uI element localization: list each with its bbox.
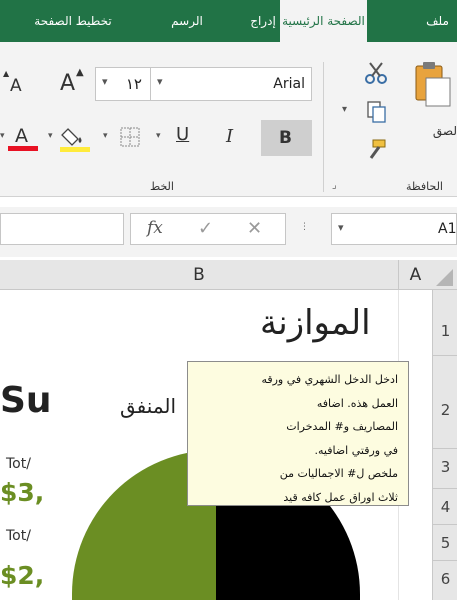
row-header-1[interactable]: 1 xyxy=(433,322,457,340)
borders-dropdown-icon[interactable]: ▾ xyxy=(103,132,108,141)
row-divider xyxy=(433,448,457,449)
formula-input[interactable] xyxy=(0,213,124,245)
copy-icon[interactable] xyxy=(365,100,389,124)
row-divider xyxy=(433,560,457,561)
font-color-swatch xyxy=(8,146,38,151)
grow-arrow-icon: ▲ xyxy=(76,67,84,78)
column-header-a[interactable]: A xyxy=(398,260,432,290)
copy-dropdown-icon[interactable]: ▾ xyxy=(342,104,347,115)
shrink-font-icon[interactable]: A xyxy=(10,78,22,95)
clipboard-launcher-icon[interactable]: ⌟ xyxy=(332,180,337,191)
name-box[interactable]: A1 ▾ xyxy=(331,213,457,245)
group-divider xyxy=(323,62,324,192)
font-name-value: Arial xyxy=(273,76,305,92)
bold-button[interactable]: B xyxy=(261,120,312,156)
enter-check-icon[interactable]: ✓ xyxy=(198,218,213,239)
tooltip-line: ادخل الدخل الشهري في ورقه xyxy=(261,373,398,386)
underline-button[interactable]: U xyxy=(176,126,189,144)
tooltip-line: ثلاث اوراق عمل كافه قيد xyxy=(283,490,398,504)
chevron-down-icon: ▾ xyxy=(338,221,344,234)
row-header-bar: 1 2 3 4 5 6 xyxy=(432,290,457,600)
fill-color-dropdown-icon[interactable]: ▾ xyxy=(48,132,53,141)
row-header-6[interactable]: 6 xyxy=(433,570,457,588)
row-header-4[interactable]: 4 xyxy=(433,498,457,516)
column-header-b[interactable]: B xyxy=(0,260,398,290)
row-header-5[interactable]: 5 xyxy=(433,534,457,552)
cut-icon[interactable] xyxy=(363,60,389,86)
cell-comment-tooltip: ادخل الدخل الشهري في ورقه العمل هذه. اضا… xyxy=(187,361,409,506)
shrink-arrow-icon: ▲ xyxy=(3,69,10,78)
tooltip-line: في ورقتي اضافيه. xyxy=(314,443,398,457)
ribbon-tab-bar: ملف الصفحة الرئيسية إدراج الرسم تخطيط ال… xyxy=(0,0,457,42)
insert-function-icon[interactable]: fx xyxy=(147,218,163,238)
font-size-dropdown[interactable]: ١٢ ▾ xyxy=(95,67,151,101)
italic-button[interactable]: I xyxy=(226,128,233,146)
clipboard-group-label: الحافظة xyxy=(405,180,443,193)
tooltip-line: العمل هذه. اضافه xyxy=(316,396,398,410)
font-color-dropdown-icon[interactable]: ▾ xyxy=(0,132,5,141)
tooltip-line: ملخص ل# الاجماليات من xyxy=(279,467,398,480)
font-color-button[interactable]: A xyxy=(8,125,38,153)
paste-label[interactable]: لصق xyxy=(425,124,457,138)
chevron-down-icon: ▾ xyxy=(157,75,163,88)
tab-file[interactable]: ملف xyxy=(418,0,457,42)
font-color-letter: A xyxy=(15,125,28,147)
underline-dropdown-icon[interactable]: ▾ xyxy=(156,132,161,141)
spent-label[interactable]: المنفق xyxy=(120,394,176,418)
tooltip-line: المصاريف و# المدخرات xyxy=(286,420,398,433)
font-size-value: ١٢ xyxy=(125,75,142,93)
fill-color-icon[interactable] xyxy=(60,125,90,153)
row-header-3[interactable]: 3 xyxy=(433,458,457,476)
bold-label: B xyxy=(279,128,292,148)
borders-icon[interactable] xyxy=(120,127,140,147)
paste-icon[interactable] xyxy=(410,60,454,108)
name-box-value: A1 xyxy=(438,221,457,237)
formula-buttons: fx ✓ ✕ xyxy=(130,213,286,245)
summary-partial-text[interactable]: Su xyxy=(0,380,52,421)
font-name-dropdown[interactable]: Arial ▾ xyxy=(150,67,312,101)
row-header-2[interactable]: 2 xyxy=(433,401,457,419)
chevron-down-icon: ▾ xyxy=(102,75,108,88)
font-group-label: الخط xyxy=(150,180,174,193)
row-divider xyxy=(433,488,457,489)
tab-draw[interactable]: الرسم xyxy=(162,0,212,42)
tab-page-layout[interactable]: تخطيط الصفحة xyxy=(34,0,112,42)
cancel-x-icon[interactable]: ✕ xyxy=(247,218,262,239)
select-all-corner[interactable] xyxy=(432,260,457,290)
formula-bar-menu-icon[interactable]: ⋮ xyxy=(300,222,309,232)
tab-home[interactable]: الصفحة الرئيسية xyxy=(280,0,367,42)
format-painter-icon[interactable] xyxy=(363,138,387,162)
sheet-title[interactable]: الموازنة xyxy=(260,303,371,343)
row-divider xyxy=(433,355,457,356)
grow-font-icon[interactable]: A xyxy=(60,73,75,95)
tab-insert[interactable]: إدراج xyxy=(246,0,280,42)
row-divider xyxy=(433,524,457,525)
